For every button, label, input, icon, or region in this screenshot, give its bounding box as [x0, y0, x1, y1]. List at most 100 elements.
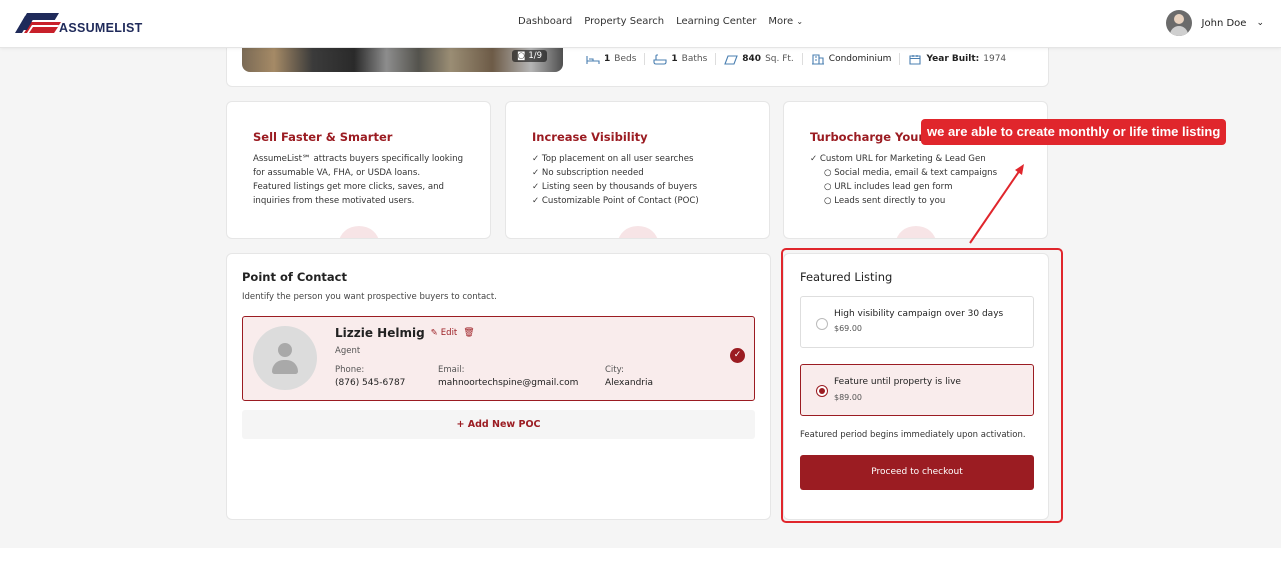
benefit-line: ✓ No subscription needed	[532, 168, 644, 178]
city-value: Alexandria	[605, 378, 654, 388]
year-label: Year Built:	[926, 54, 980, 64]
baths-fact: 1 Baths	[653, 53, 708, 65]
radio-button[interactable]	[816, 318, 828, 330]
nav-learning-center[interactable]: Learning Center	[676, 16, 756, 27]
benefit-body: AssumeList℠ attracts buyers specifically…	[253, 152, 472, 208]
decorative-circle	[617, 226, 658, 238]
benefit-line: ✓ Listing seen by thousands of buyers	[532, 182, 698, 192]
building-icon	[811, 53, 824, 65]
benefit-line: ✓ Customizable Point of Contact (POC)	[532, 196, 699, 206]
benefit-subline: ○ Leads sent directly to you	[824, 196, 946, 206]
user-menu[interactable]: John Doe ⌄	[1165, 10, 1264, 36]
user-name: John Doe	[1201, 17, 1247, 29]
featured-listing-card: Featured Listing High visibility campaig…	[783, 253, 1049, 520]
decorative-circle	[895, 226, 936, 238]
nav-dashboard[interactable]: Dashboard	[518, 16, 572, 27]
camera-icon: ◙	[517, 51, 526, 61]
benefit-line: Featured listings get more clicks, saves…	[253, 182, 444, 192]
benefit-body: ✓ Top placement on all user searches ✓ N…	[532, 152, 751, 208]
annotation-callout: we are able to create monthly or life ti…	[921, 119, 1227, 145]
top-navbar: ASSUMELIST Dashboard Property Search Lea…	[0, 0, 1281, 48]
logo-text: ASSUMELIST	[59, 20, 143, 35]
property-type: Condominium	[828, 54, 892, 64]
city-label: City:	[605, 365, 624, 375]
contact-name: Lizzie Helmig	[335, 326, 425, 340]
phone-value: (876) 545-6787	[335, 378, 406, 388]
email-label: Email:	[438, 365, 465, 375]
flag-logo-icon	[15, 13, 63, 33]
poc-title: Point of Contact	[242, 270, 347, 284]
contact-phone: Phone: (876) 545-6787	[335, 364, 405, 390]
area-icon	[724, 54, 739, 65]
avatar	[1165, 10, 1192, 36]
nav-more-label: More	[768, 16, 794, 27]
benefit-title: Increase Visibility	[532, 130, 648, 144]
type-fact: Condominium	[811, 53, 892, 65]
property-facts: 1 Beds 1 Baths 840 Sq. Ft. Condominium Y…	[586, 53, 1006, 65]
email-value: mahnoortechspine@gmail.com	[438, 378, 579, 388]
benefit-card-sell-faster: Sell Faster & Smarter AssumeList℠ attrac…	[226, 101, 491, 239]
decorative-circle	[338, 226, 379, 238]
benefit-line: AssumeList℠ attracts buyers specifically…	[253, 154, 464, 164]
add-new-poc-button[interactable]: + Add New POC	[242, 410, 755, 439]
photo-counter-badge: ◙ 1/9	[512, 50, 547, 62]
sqft-label: Sq. Ft.	[765, 54, 794, 64]
option-price: $89.00	[834, 393, 862, 402]
featured-title: Featured Listing	[800, 270, 893, 284]
year-value: 1974	[983, 54, 1007, 64]
bathtub-icon	[653, 53, 667, 65]
divider	[715, 53, 717, 65]
edit-label: Edit	[440, 328, 458, 338]
baths-label: Baths	[681, 54, 708, 64]
benefit-title: Sell Faster & Smarter	[253, 130, 393, 144]
page-footer-band	[0, 548, 1281, 588]
calendar-icon	[909, 54, 922, 65]
benefit-subline: ○ URL includes lead gen form	[824, 182, 953, 192]
nav-more[interactable]: More ⌄	[768, 16, 803, 27]
checkmark-icon: ✓	[730, 348, 745, 363]
pencil-icon: ✎	[430, 328, 438, 338]
beds-fact: 1 Beds	[586, 54, 636, 65]
benefit-line: for assumable VA, FHA, or USDA loans.	[253, 168, 421, 178]
option-30-day-campaign[interactable]: High visibility campaign over 30 days $6…	[800, 296, 1034, 348]
option-title: High visibility campaign over 30 days	[834, 309, 1004, 319]
contact-email: Email: mahnoortechspine@gmail.com	[438, 364, 578, 390]
radio-button-selected[interactable]	[816, 385, 828, 397]
chevron-down-icon: ⌄	[796, 17, 804, 26]
contact-role: Agent	[335, 346, 361, 356]
bed-icon	[586, 55, 600, 64]
phone-label: Phone:	[335, 365, 365, 375]
sqft-value: 840	[742, 54, 762, 64]
point-of-contact-card: Point of Contact Identify the person you…	[226, 253, 771, 520]
benefit-body: ✓ Custom URL for Marketing & Lead Gen ○ …	[810, 152, 1029, 208]
option-until-live[interactable]: Feature until property is live $89.00	[800, 364, 1034, 416]
option-price: $69.00	[834, 324, 862, 333]
contact-avatar-icon	[253, 326, 317, 390]
sqft-fact: 840 Sq. Ft.	[724, 54, 794, 65]
trash-icon[interactable]: 🗑	[463, 328, 474, 338]
benefit-line: ✓ Custom URL for Marketing & Lead Gen	[810, 154, 986, 164]
chevron-down-icon: ⌄	[1256, 18, 1264, 28]
divider	[801, 53, 803, 65]
edit-contact-button[interactable]: ✎ Edit	[431, 328, 458, 338]
option-title: Feature until property is live	[834, 377, 961, 387]
assumelist-logo[interactable]: ASSUMELIST	[13, 11, 143, 35]
contact-city: City: Alexandria	[605, 364, 653, 390]
nav-property-search[interactable]: Property Search	[584, 16, 664, 27]
benefit-card-visibility: Increase Visibility ✓ Top placement on a…	[505, 101, 770, 239]
photo-counter: 1/9	[528, 51, 542, 61]
divider	[899, 53, 901, 65]
poc-hint: Identify the person you want prospective…	[242, 292, 497, 302]
proceed-to-checkout-button[interactable]: Proceed to checkout	[800, 455, 1034, 490]
beds-value: 1	[604, 54, 611, 64]
contact-name-row: Lizzie Helmig ✎ Edit 🗑	[335, 326, 475, 340]
beds-label: Beds	[614, 54, 637, 64]
baths-value: 1	[671, 54, 678, 64]
year-fact: Year Built: 1974	[908, 54, 1006, 65]
featured-note: Featured period begins immediately upon …	[800, 430, 1026, 440]
divider	[644, 53, 646, 65]
poc-selected-contact[interactable]: Lizzie Helmig ✎ Edit 🗑 Agent Phone: (876…	[242, 316, 755, 401]
main-nav: Dashboard Property Search Learning Cente…	[518, 16, 803, 27]
benefit-subline: ○ Social media, email & text campaigns	[824, 168, 998, 178]
property-photo[interactable]: ◙ 1/9	[242, 47, 563, 72]
